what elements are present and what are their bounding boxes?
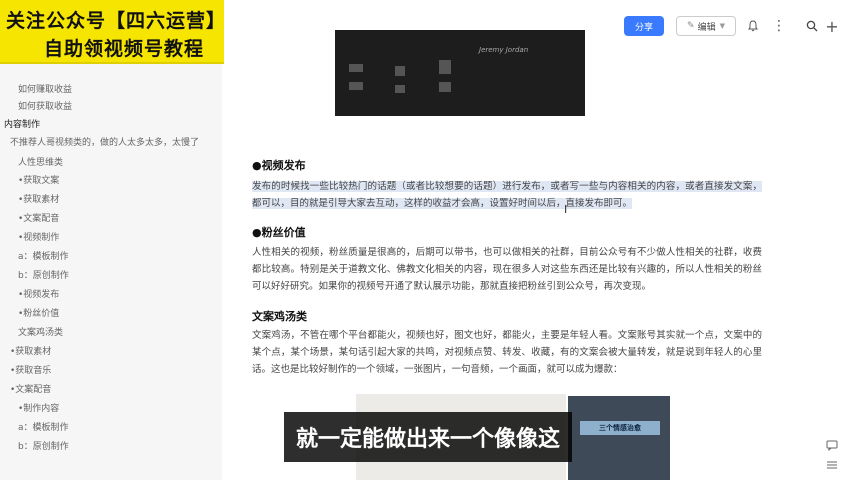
bell-icon[interactable] [744,17,762,35]
video-subtitle: 就一定能做出来一个像像这 [284,412,573,462]
text-cursor-icon: I [564,203,568,216]
toc-item[interactable]: •文案配音 [10,382,51,395]
more-icon[interactable]: ⋮ [770,17,788,35]
watermark-banner: 关注公众号【四六运营】 自助领视频号教程 [0,0,227,64]
search-icon[interactable] [803,17,821,35]
share-button[interactable]: 分享 [624,16,664,36]
toc-item[interactable]: a：模板制作 [18,420,69,433]
list-icon[interactable] [824,458,840,472]
toc-item[interactable]: •视频制作 [18,230,59,243]
toc-item[interactable]: •获取素材 [10,344,51,357]
toc-item[interactable]: 文案鸡汤类 [18,325,63,338]
image-caption: Jeremy Jordan [479,46,529,54]
toc-item[interactable]: b：原创制作 [18,268,69,281]
pen-icon: ✎ [687,21,695,31]
edit-button-label: 编辑 [697,22,716,33]
toc-item[interactable]: •制作内容 [18,401,59,414]
toc-item[interactable]: •获取文案 [18,173,59,186]
watermark-line-1: 关注公众号【四六运营】 [6,10,227,32]
paragraph: 人性相关的视频，粉丝质量是很高的，后期可以带书，也可以做相关的社群，目前公众号有… [252,247,762,292]
toc-item[interactable]: •粉丝价值 [18,306,59,319]
toc-item[interactable]: 不推荐人哥视频类的，做的人太多太多，太慢了 [10,135,199,148]
comment-icon[interactable] [824,438,840,452]
image-detail [439,60,451,74]
document-image-top: Jeremy Jordan [335,30,585,116]
edit-button[interactable]: ✎ 编辑 ▼ [676,16,736,36]
toc-item[interactable]: •获取素材 [18,192,59,205]
section-heading: ●视频发布 [252,159,306,172]
chevron-down-icon: ▼ [719,22,725,30]
toc-item[interactable]: b：原创制作 [18,439,69,452]
plus-icon[interactable]: + [823,17,841,36]
toc-item[interactable]: •文案配音 [18,211,59,224]
section-heading: 文案鸡汤类 [252,310,307,323]
image-detail [395,85,405,93]
image-detail [349,64,363,72]
document-image: 三个情感治愈 [568,396,670,480]
toc-item[interactable]: 内容制作 [4,117,40,130]
paragraph: 发布的时候找一些比较热门的话题（或者比较想要的话题）进行发布，或者写一些与内容相… [252,178,762,212]
toc-item[interactable]: •视频发布 [18,287,59,300]
image-detail [439,82,451,92]
toc-item[interactable]: 如何赚取收益 [18,82,72,95]
toc-item[interactable]: 如何获取收益 [18,99,72,112]
sidebar: 如何赚取收益 如何获取收益 内容制作 不推荐人哥视频类的，做的人太多太多，太慢了… [0,0,222,480]
toc-item[interactable]: 人性思维类 [18,155,63,168]
toc-item[interactable]: a：模板制作 [18,249,69,262]
image-detail [395,66,405,76]
toc-item[interactable]: •获取音乐 [10,363,51,376]
image-banner: 三个情感治愈 [580,421,660,435]
watermark-line-2: 自助领视频号教程 [44,38,205,60]
section-heading: ●粉丝价值 [252,226,306,239]
image-detail [349,82,363,90]
paragraph: 文案鸡汤，不管在哪个平台都能火，视频也好，图文也好，都能火，主要是年轻人看。文案… [252,330,762,375]
selected-text[interactable]: 发布的时候找一些比较热门的话题（或者比较想要的话题）进行发布，或者写一些与内容相… [252,181,762,209]
